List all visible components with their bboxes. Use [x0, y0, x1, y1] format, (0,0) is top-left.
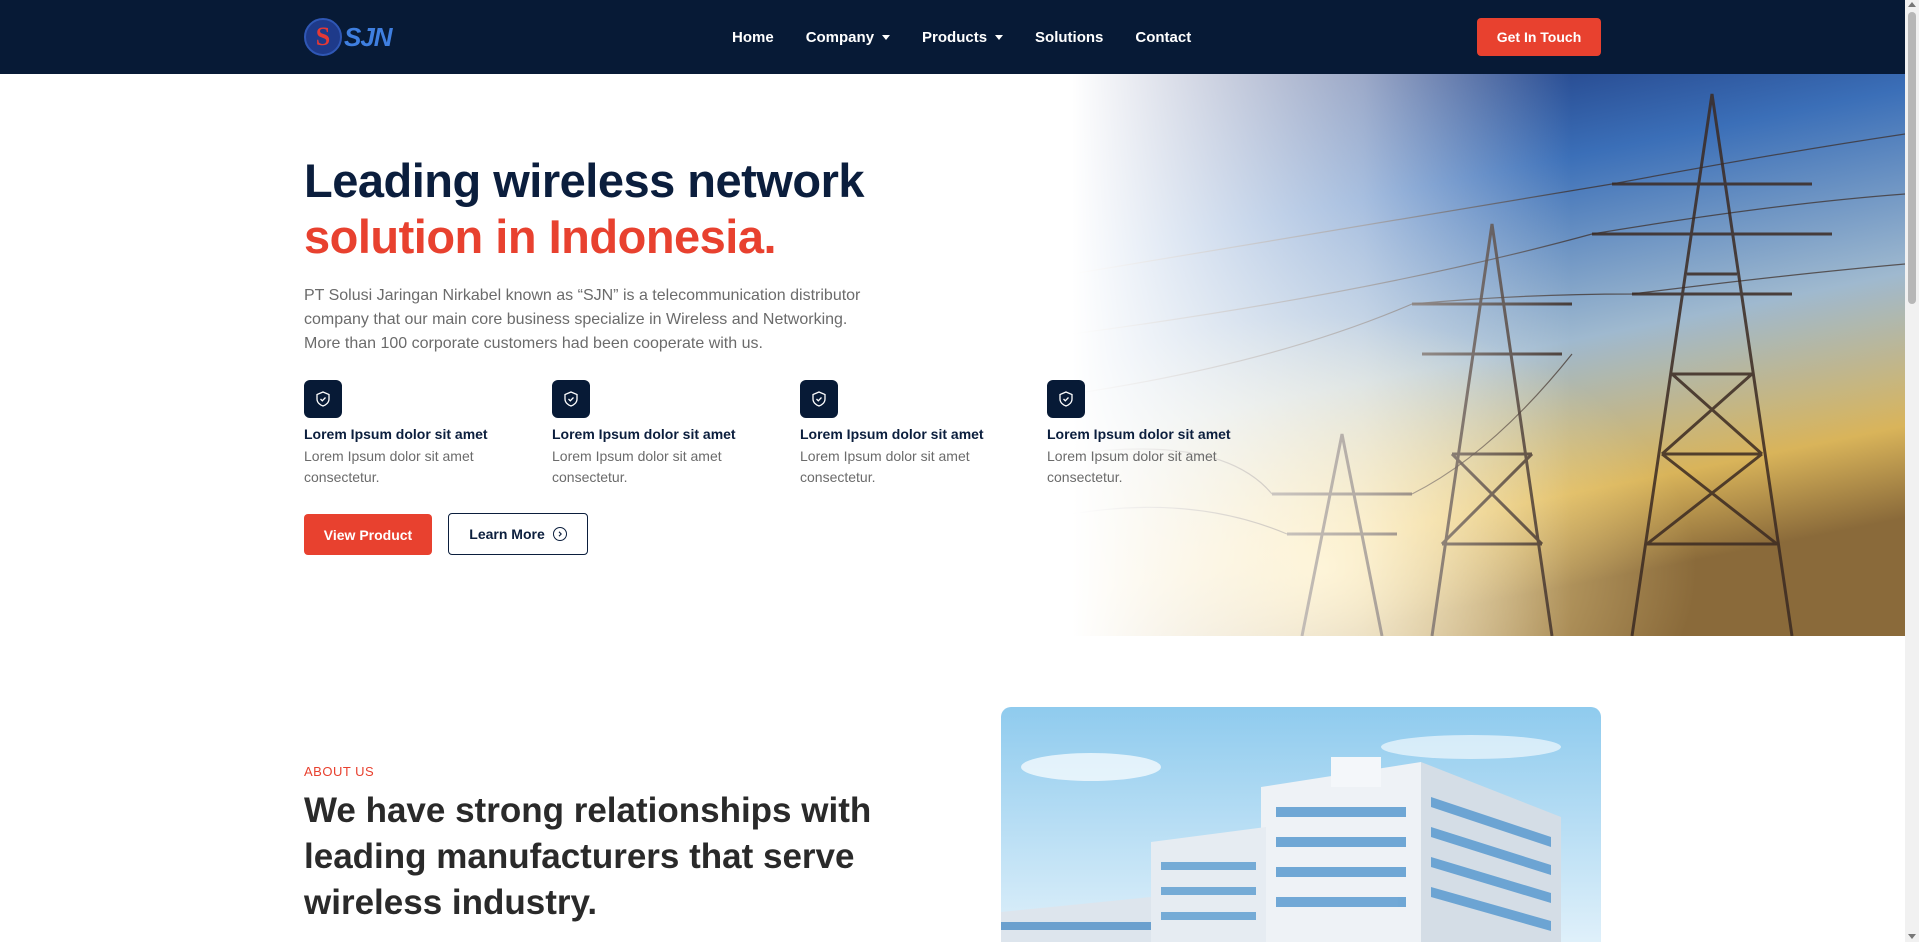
- nav-products[interactable]: Products: [922, 28, 1004, 46]
- feature-description: Lorem Ipsum dolor sit amet consectetur.: [304, 448, 474, 485]
- feature-title: Lorem Ipsum dolor sit amet: [304, 426, 488, 442]
- feature-card: Lorem Ipsum dolor sit amet Lorem Ipsum d…: [552, 380, 772, 488]
- nav-company[interactable]: Company: [805, 28, 891, 46]
- feature-card: Lorem Ipsum dolor sit amet Lorem Ipsum d…: [1047, 380, 1267, 488]
- nav-home-label: Home: [732, 28, 774, 46]
- shield-check-icon: [304, 380, 342, 418]
- feature-description: Lorem Ipsum dolor sit amet consectetur.: [1047, 448, 1217, 485]
- nav-contact[interactable]: Contact: [1135, 29, 1191, 46]
- get-in-touch-button[interactable]: Get In Touch: [1477, 18, 1601, 56]
- nav-products-label: Products: [922, 28, 988, 46]
- nav-home[interactable]: Home: [732, 29, 774, 46]
- hero-title: Leading wireless network solution in Ind…: [304, 153, 924, 265]
- office-building-illustration: [1001, 707, 1601, 942]
- nav-solutions-label: Solutions: [1035, 28, 1104, 46]
- about-label: ABOUT US: [304, 764, 375, 779]
- about-image: [1001, 707, 1601, 942]
- feature-card: Lorem Ipsum dolor sit amet Lorem Ipsum d…: [304, 380, 524, 488]
- hero-title-line1: Leading wireless network: [304, 154, 865, 207]
- nav-company-label: Company: [805, 28, 875, 46]
- navbar: S SJN Home Company Products Solutions Co…: [0, 0, 1905, 74]
- hero-image: [1072, 74, 1905, 636]
- view-product-button[interactable]: View Product: [304, 514, 432, 555]
- feature-description: Lorem Ipsum dolor sit amet consectetur.: [800, 448, 970, 485]
- logo-emblem-icon: S: [304, 18, 342, 56]
- hero-description: PT Solusi Jaringan Nirkabel known as “SJ…: [304, 287, 861, 352]
- nav-contact-label: Contact: [1135, 28, 1192, 46]
- hero-title-line2: solution in Indonesia.: [304, 210, 777, 263]
- feature-description: Lorem Ipsum dolor sit amet consectetur.: [552, 448, 722, 485]
- caret-down-icon: [882, 34, 891, 40]
- shield-check-icon: [1047, 380, 1085, 418]
- logo-text: SJN: [344, 21, 393, 52]
- scrollbar-thumb[interactable]: [1908, 12, 1916, 304]
- learn-more-button[interactable]: Learn More: [448, 513, 588, 555]
- caret-down-icon: [995, 34, 1004, 40]
- feature-title: Lorem Ipsum dolor sit amet: [1047, 426, 1231, 442]
- nav-solutions[interactable]: Solutions: [1035, 29, 1103, 46]
- scroll-up-arrow-icon[interactable]: [1908, 2, 1916, 7]
- feature-card: Lorem Ipsum dolor sit amet Lorem Ipsum d…: [800, 380, 1020, 488]
- scroll-down-arrow-icon[interactable]: [1908, 934, 1916, 939]
- main-nav: Home Company Products Solutions Contact: [732, 0, 1223, 74]
- shield-check-icon: [552, 380, 590, 418]
- about-title: We have strong relationships with leadin…: [304, 791, 872, 922]
- arrow-circle-icon: [552, 527, 567, 541]
- sjn-logo[interactable]: S SJN: [304, 17, 396, 57]
- learn-more-label: Learn More: [469, 526, 545, 542]
- shield-check-icon: [800, 380, 838, 418]
- transmission-towers-illustration: [1072, 74, 1905, 636]
- feature-title: Lorem Ipsum dolor sit amet: [552, 426, 736, 442]
- feature-title: Lorem Ipsum dolor sit amet: [800, 426, 984, 442]
- vertical-scrollbar[interactable]: [1905, 0, 1919, 942]
